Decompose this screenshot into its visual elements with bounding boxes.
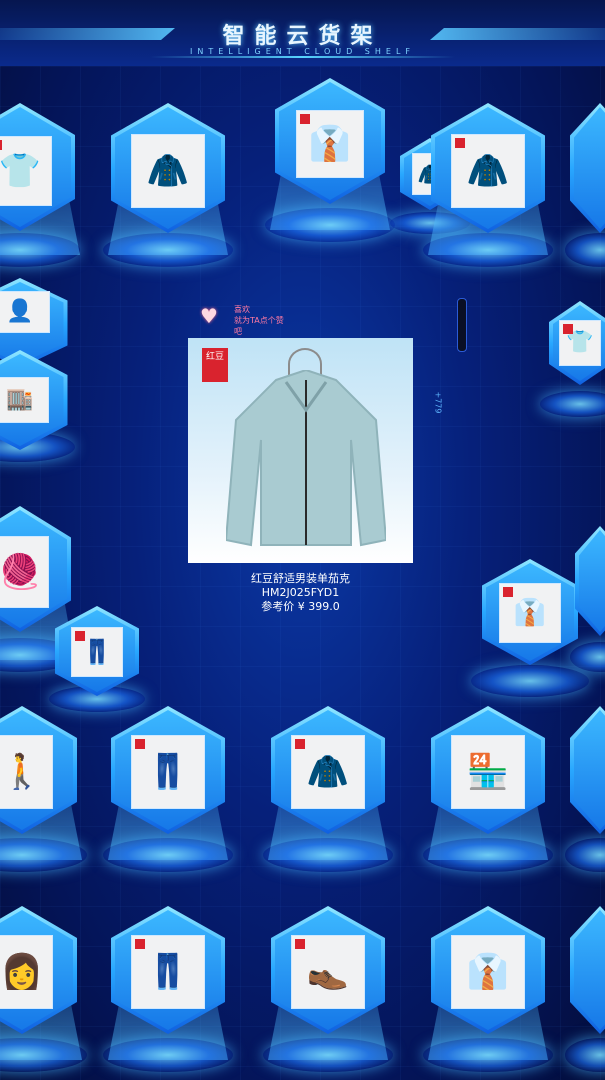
- brand-logo: 红豆: [202, 348, 228, 382]
- product-sweater: 🧶: [0, 536, 49, 608]
- product-folded-shirts: 👔: [296, 110, 364, 178]
- shelf-item[interactable]: 🏪: [423, 700, 553, 880]
- product-folded-shirts: 👔: [499, 583, 561, 643]
- leather-shoes-icon: 👞: [306, 952, 350, 992]
- man-coat-icon: 🧥: [466, 151, 510, 191]
- store-front-icon: 🏬: [6, 387, 34, 412]
- featured-product-image[interactable]: 红豆: [188, 338, 413, 563]
- shelf-item[interactable]: [565, 700, 605, 880]
- folded-clothes-icon: 👖: [82, 638, 112, 666]
- shelf-item[interactable]: 👕: [0, 95, 80, 275]
- polo-shirt-icon: 👕: [0, 151, 42, 191]
- product-name: 红豆舒适男装单茄克HM2J025FYD1: [251, 572, 350, 599]
- shelf-item[interactable]: [570, 520, 605, 680]
- man-jacket-icon: 🧥: [146, 151, 190, 191]
- shelf-item[interactable]: 🧥: [423, 95, 553, 275]
- like-widget[interactable]: ♥ 喜欢 就为TA点个赞吧: [200, 302, 290, 336]
- shelf-item[interactable]: [565, 95, 605, 275]
- man-portrait-icon: 👤: [6, 299, 34, 324]
- product-leather-shoes: 👞: [291, 935, 365, 1009]
- like-subtitle: 就为TA点个赞吧: [234, 316, 284, 336]
- store-front-icon: 🏪: [466, 752, 510, 792]
- product-woman-model: 👩: [0, 935, 53, 1009]
- shelf-item[interactable]: 👔: [265, 70, 395, 250]
- shelf-item[interactable]: 👖: [103, 900, 233, 1080]
- product-portrait: 👤: [0, 291, 50, 333]
- folded-shirts-icon: 👔: [513, 598, 547, 628]
- header-divider: [150, 56, 455, 58]
- pants-rack-icon: 👖: [146, 752, 190, 792]
- shelf-item[interactable]: 🧥: [263, 700, 393, 880]
- shelf-item[interactable]: 🧥: [103, 95, 233, 275]
- shelf-item[interactable]: 🚶: [0, 700, 87, 880]
- product-folded-pants: 👖: [131, 935, 205, 1009]
- product-pants-rack: 👖: [131, 735, 205, 809]
- product-store-front: 🏪: [451, 735, 525, 809]
- shelf-item[interactable]: 👖: [103, 700, 233, 880]
- man-walking-icon: 🚶: [0, 752, 44, 792]
- folded-shirt-icon: 👕: [566, 330, 594, 355]
- jacket-icon: [226, 370, 386, 547]
- shelf-item[interactable]: 👩: [0, 900, 87, 1080]
- shelf-item[interactable]: [565, 900, 605, 1080]
- shelf-item[interactable]: 👔: [423, 900, 553, 1080]
- page-title: 智能云货架: [222, 24, 383, 49]
- page-header: 智能云货架 INTELLIGENT CLOUD SHELF: [0, 0, 605, 66]
- price-value: ¥ 399.0: [297, 600, 340, 613]
- featured-product-caption: 红豆舒适男装单茄克HM2J025FYD1 参考价 ¥ 399.0: [228, 572, 373, 614]
- product-man-jacket: 🧥: [131, 134, 205, 208]
- like-title: 喜欢: [234, 305, 250, 314]
- product-folded-shirt: 👕: [559, 320, 601, 366]
- man-sweater-icon: 🧶: [0, 552, 42, 592]
- heart-icon[interactable]: ♥: [200, 304, 218, 328]
- shelf-item[interactable]: 👤 🏬: [0, 270, 75, 470]
- product-man-shirt: 👔: [451, 935, 525, 1009]
- scroll-handle[interactable]: [457, 298, 467, 352]
- product-polo-shirt: 👕: [0, 136, 52, 206]
- price-label: 参考价: [261, 600, 295, 613]
- woman-model-icon: 👩: [0, 952, 44, 992]
- folded-pants-icon: 👖: [146, 952, 190, 992]
- product-folded-clothes: 👖: [71, 627, 123, 677]
- man-shirt-icon: 👔: [466, 952, 510, 992]
- folded-shirts-icon: 👔: [308, 124, 352, 164]
- shelf-item[interactable]: 👞: [263, 900, 393, 1080]
- product-black-jacket: 🧥: [291, 735, 365, 809]
- product-store: 🏬: [0, 377, 49, 423]
- shelf-item[interactable]: 👔: [471, 555, 589, 705]
- product-man-coat: 🧥: [451, 134, 525, 208]
- page-subtitle: INTELLIGENT CLOUD SHELF: [189, 47, 416, 56]
- side-label: +779: [433, 391, 443, 414]
- shelf-item[interactable]: 👕: [540, 295, 605, 425]
- black-jacket-icon: 🧥: [306, 752, 350, 792]
- product-man-walking: 🚶: [0, 735, 53, 809]
